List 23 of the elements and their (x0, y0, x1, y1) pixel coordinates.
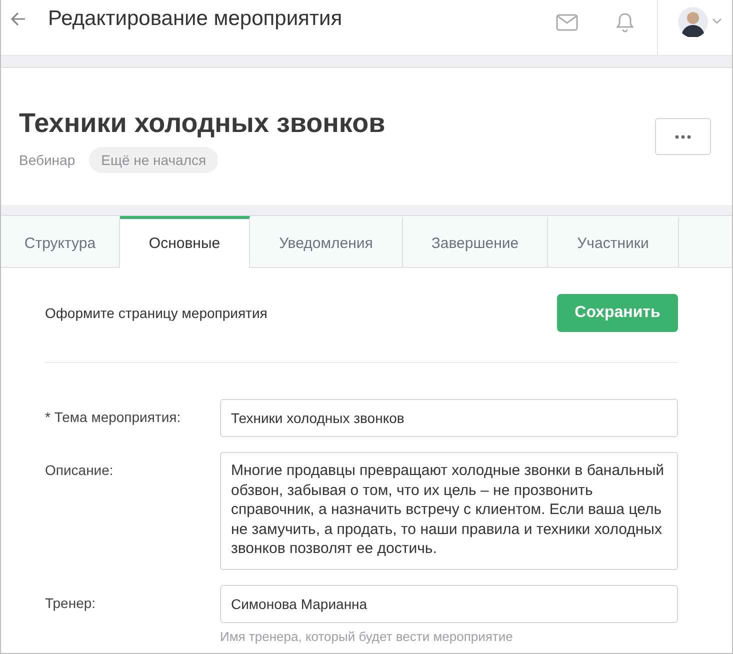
section-title: Оформите страницу мероприятия (45, 305, 268, 321)
chevron-icon[interactable] (712, 18, 722, 24)
field-label: Тренер: (45, 594, 97, 613)
field-label: Описание: (45, 461, 114, 480)
tab[interactable]: Участники (548, 216, 679, 267)
save-button[interactable]: Сохранить (557, 294, 678, 332)
event-title: Техники холодных звонков (19, 108, 386, 139)
bell-icon[interactable] (613, 10, 637, 34)
field-label: * Тема мероприятия: (45, 408, 182, 427)
input-field[interactable]: Техники холодных звонков (220, 399, 678, 437)
tab[interactable]: Основные (120, 216, 250, 268)
input-field[interactable]: Симонова Марианна (220, 585, 678, 623)
page-title: Редактирование мероприятия (48, 6, 344, 30)
textarea-field[interactable]: Многие продавцы превращают холодные звонки в банальный обзвон, забывая о том, что их цель – не прозвонить справочник, а назначить встречу с клиентом. Если ваша цель не замучить, а продать, то наши правила и техники холодных звонков позволят ее достичь. (220, 452, 678, 570)
dots-icon (675, 134, 691, 138)
field-hint: Имя тренера, который будет вести мероприятие (220, 629, 514, 644)
avatar-icon[interactable] (678, 7, 708, 37)
tab[interactable]: Завершение (403, 216, 548, 267)
status-badge: Ещё не начался (89, 147, 218, 173)
back-button[interactable] (9, 10, 27, 28)
tab[interactable]: Уведомления (250, 216, 403, 267)
more-button[interactable] (655, 118, 711, 155)
event-type: Вебинар (19, 152, 76, 168)
